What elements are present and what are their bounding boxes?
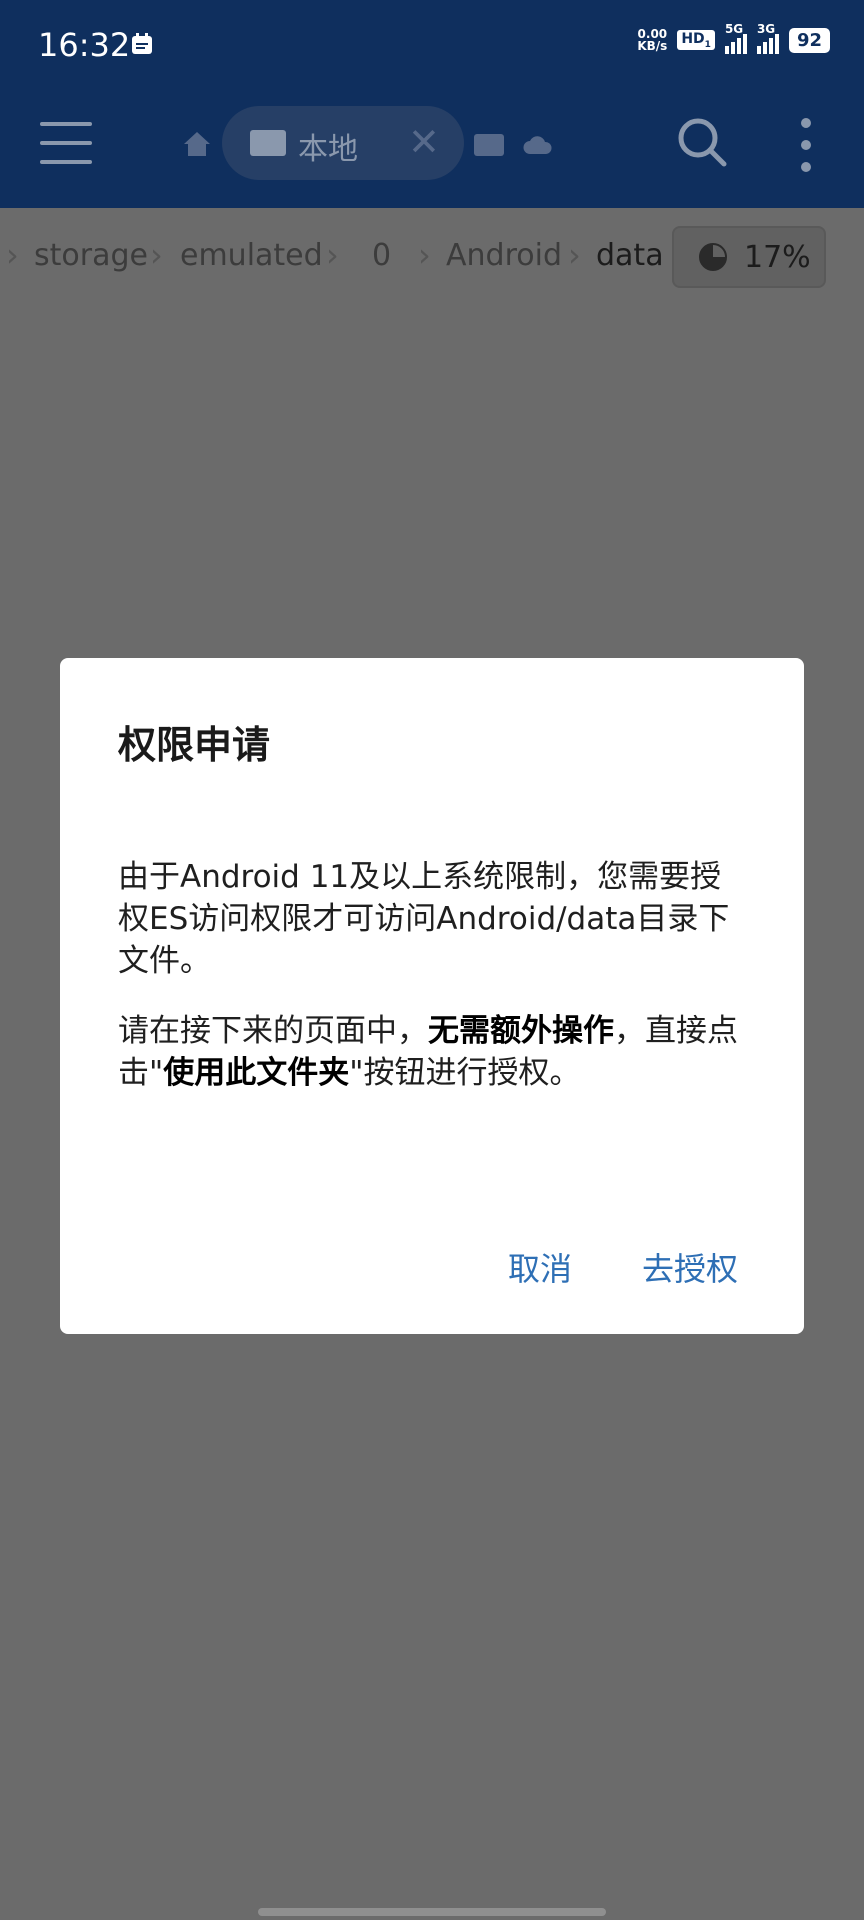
chevron-right-icon: › [6,236,19,274]
calendar-icon [132,33,152,54]
dialog-text: "按钮进行授权。 [349,1055,581,1091]
battery-icon: 92 [788,27,830,53]
breadcrumb-android[interactable]: Android [446,238,562,273]
breadcrumb-storage[interactable]: storage [34,238,148,273]
chevron-right-icon: › [150,236,163,274]
chevron-right-icon: › [326,236,339,274]
pie-chart-icon [699,243,727,271]
signal-3g-label: 3G [756,22,776,36]
cloud-icon[interactable] [522,132,552,156]
more-options-icon[interactable] [798,118,814,174]
dialog-text: 请在接下来的页面中， [118,1013,428,1049]
breadcrumb-0[interactable]: 0 [372,238,391,273]
chevron-right-icon: › [568,236,581,274]
status-bar: 16:32 0.00 KB/s HD1 5G 3G 92 [0,0,864,92]
hd-sub: 1 [704,39,711,50]
dialog-paragraph-1: 由于Android 11及以上系统限制，您需要授权ES访问权限才可访问Andro… [118,859,730,979]
home-icon[interactable] [182,130,212,158]
chevron-right-icon: › [418,236,431,274]
breadcrumb-data[interactable]: data [596,238,664,273]
dialog-title: 权限申请 [118,723,271,767]
close-tab-icon[interactable]: ✕ [408,120,440,164]
authorize-button[interactable]: 去授权 [642,1244,738,1290]
menu-icon[interactable] [40,122,92,166]
hd-icon: HD1 [677,29,715,51]
signal-5g-label: 5G [724,22,744,36]
dialog-bold-text: 使用此文件夹 [163,1055,350,1091]
net-speed-unit: KB/s [637,39,668,53]
breadcrumb-emulated[interactable]: emulated [180,238,323,273]
dialog-paragraph-2: 请在接下来的页面中，无需额外操作，直接点击"使用此文件夹"按钮进行授权。 [118,1010,738,1094]
sd-card-icon [250,130,286,156]
net-speed: 0.00 KB/s [637,28,667,52]
status-icons: 0.00 KB/s HD1 5G 3G 92 [637,22,830,54]
signal-5g-icon: 5G [724,22,747,54]
permission-dialog: 权限申请 由于Android 11及以上系统限制，您需要授权ES访问权限才可访问… [60,658,804,1334]
hd-label: HD [681,30,705,47]
tab-local[interactable]: 本地 ✕ [222,106,464,180]
tab-local-label: 本地 [298,132,358,167]
status-time: 16:32 [38,26,131,64]
app-bar: 本地 ✕ [0,92,864,208]
dialog-bold-text: 无需额外操作 [428,1013,614,1049]
message-icon[interactable] [474,134,504,156]
storage-usage-button[interactable]: 17% [672,226,826,288]
dialog-message: 由于Android 11及以上系统限制，您需要授权ES访问权限才可访问Andro… [118,856,738,1122]
cancel-button[interactable]: 取消 [508,1244,572,1290]
storage-usage-percent: 17% [744,240,811,275]
search-icon[interactable] [676,116,728,168]
gesture-nav-bar[interactable] [258,1908,606,1916]
signal-3g-icon: 3G [756,22,779,54]
